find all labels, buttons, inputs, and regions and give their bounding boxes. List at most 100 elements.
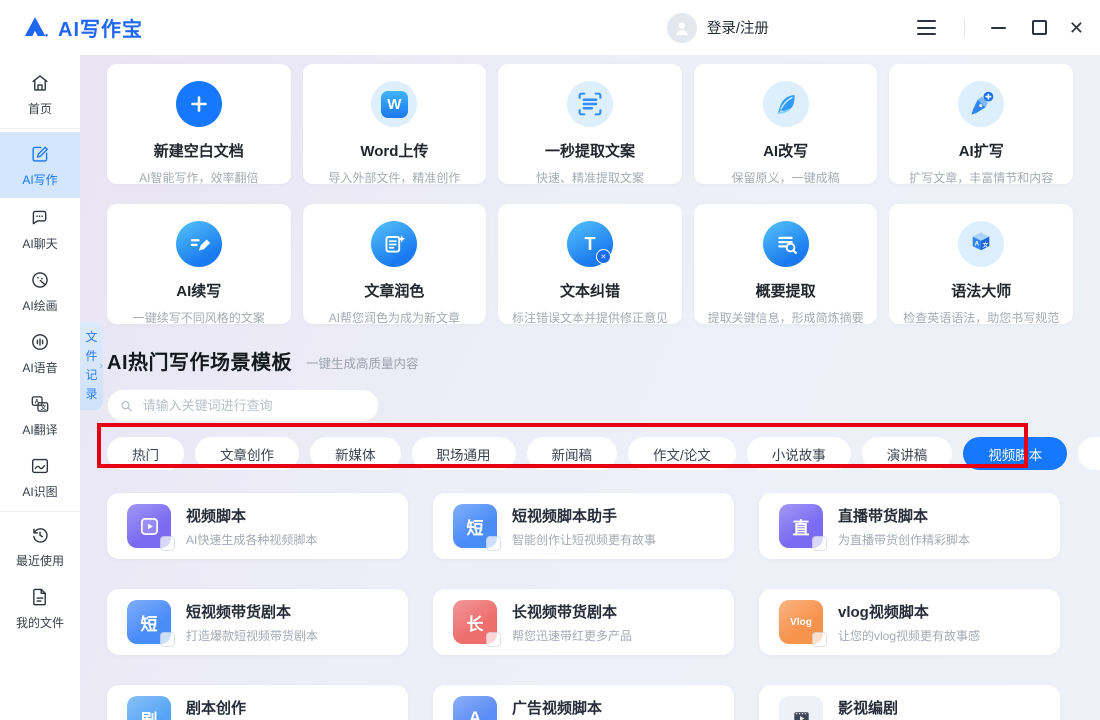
tool-title: 一秒提取文案	[545, 140, 635, 161]
file-records-tab[interactable]: 文件记录 ›	[80, 322, 103, 410]
login-register-link[interactable]: 登录/注册	[707, 17, 769, 38]
tool-description: 检查英语语法，助您书写规范	[903, 309, 1059, 326]
sidebar-item-ai-write[interactable]: AI写作	[0, 132, 80, 198]
short-video-script-icon: 短	[453, 504, 497, 548]
sidebar-item-recent[interactable]: 最近使用	[0, 515, 80, 577]
menu-icon[interactable]	[917, 20, 936, 35]
tool-card-new-doc[interactable]: 新建空白文档AI智能写作，效率翻倍	[107, 64, 291, 184]
tab-演讲稿[interactable]: 演讲稿	[862, 437, 953, 470]
section-header: AI热门写作场景模板 一键生成高质量内容	[107, 346, 1100, 375]
template-card-screenplay[interactable]: 剧剧本创作帮你打造精彩剧本	[107, 685, 408, 720]
grammar-cube-icon: A文	[958, 204, 1004, 267]
tool-description: 一键续写不同风格的文案	[133, 309, 265, 326]
template-card-video-script[interactable]: 视频脚本AI快速生成各种视频脚本	[107, 493, 408, 559]
tool-card-word-upload[interactable]: WWord上传导入外部文件，精准创作	[303, 64, 487, 184]
user-avatar[interactable]	[667, 13, 697, 43]
tool-title: 语法大师	[951, 280, 1011, 301]
tab-新闻稿[interactable]: 新闻稿	[527, 437, 618, 470]
tool-description: 标注错误文本并提供修正意见	[512, 309, 668, 326]
sidebar-item-ai-translate[interactable]: A文AI翻译	[0, 384, 80, 446]
feather-icon	[763, 64, 809, 127]
section-title: AI热门写作场景模板	[107, 346, 292, 375]
template-card-vlog-script[interactable]: Vlogvlog视频脚本让您的vlog视频更有故事感	[759, 589, 1060, 655]
tool-description: 提取关键信息，形成简炼摘要	[708, 309, 864, 326]
tool-title: AI扩写	[959, 140, 1004, 161]
app-title: AI写作宝	[58, 13, 143, 42]
template-card-long-video-commerce[interactable]: 长长视频带货剧本帮您迅速带红更多产品	[433, 589, 734, 655]
svg-text:文: 文	[983, 241, 989, 249]
person-icon	[672, 18, 692, 38]
template-card-film-writing[interactable]: 影视编剧编剧梦，帮你完成影视剧本	[759, 685, 1060, 720]
tool-card-correct[interactable]: T✕ 文本纠错标注错误文本并提供修正意见	[498, 204, 682, 324]
file-records-label: 文件记录	[85, 328, 98, 405]
sidebar-item-label: 我的文件	[16, 614, 64, 631]
tool-card-polish[interactable]: 文章润色AI帮您润色为成为新文章	[303, 204, 487, 324]
template-card-ad-video-script[interactable]: A广告视频脚本AI让您的品牌更深入人心	[433, 685, 734, 720]
app-logo: AI写作宝	[22, 13, 143, 42]
sidebar-item-ai-paint[interactable]: AI绘画	[0, 260, 80, 322]
tool-card-extract[interactable]: 一秒提取文案快速、精准提取文案	[498, 64, 682, 184]
tab-作文/论文[interactable]: 作文/论文	[628, 437, 736, 470]
quick-tools-grid: 新建空白文档AI智能写作，效率翻倍WWord上传导入外部文件，精准创作一秒提取文…	[107, 64, 1073, 324]
doc-badge-icon	[486, 536, 501, 551]
sidebar-item-ai-chat[interactable]: AI聊天	[0, 198, 80, 260]
sidebar-item-ai-vision[interactable]: AI识图	[0, 446, 80, 508]
image-recognition-icon	[29, 455, 51, 477]
titlebar-actions: 登录/注册 ✕	[667, 13, 1084, 43]
tab-视频脚本[interactable]: 视频脚本	[963, 437, 1067, 470]
tab-娱乐服务[interactable]: 娱乐服务	[1078, 437, 1100, 470]
sidebar-item-ai-voice[interactable]: AI语音	[0, 322, 80, 384]
tool-title: 概要提取	[756, 280, 816, 301]
maximize-button[interactable]	[1032, 20, 1047, 35]
template-description: 为直播带货创作精彩脚本	[838, 531, 970, 548]
template-description: 帮您迅速带红更多产品	[512, 627, 632, 644]
main-content: 新建空白文档AI智能写作，效率翻倍WWord上传导入外部文件，精准创作一秒提取文…	[80, 55, 1100, 720]
tab-热门[interactable]: 热门	[107, 437, 184, 470]
tab-职场通用[interactable]: 职场通用	[412, 437, 516, 470]
home-icon	[29, 72, 51, 94]
sidebar-item-my-files[interactable]: 我的文件	[0, 577, 80, 639]
vlog-script-icon: Vlog	[779, 600, 823, 644]
history-icon	[29, 524, 51, 546]
doc-sparkle-icon	[371, 204, 417, 267]
screenplay-icon: 剧	[127, 696, 171, 720]
tool-title: AI改写	[763, 140, 808, 161]
search-input[interactable]	[141, 397, 366, 414]
tool-card-expand[interactable]: AI扩写扩写文章，丰富情节和内容	[889, 64, 1073, 184]
svg-text:A: A	[35, 399, 40, 405]
tool-title: Word上传	[360, 140, 428, 161]
template-title: 直播带货脚本	[838, 505, 970, 526]
minimize-button[interactable]	[991, 27, 1006, 29]
minimize-icon	[991, 27, 1006, 29]
search-icon	[120, 399, 133, 413]
template-card-short-video-commerce[interactable]: 短短视频带货剧本打造爆款短视频带货剧本	[107, 589, 408, 655]
template-title: 短视频带货剧本	[186, 601, 318, 622]
close-button[interactable]: ✕	[1069, 19, 1084, 37]
live-commerce-script-icon: 直	[779, 504, 823, 548]
text-error-icon: T✕	[567, 204, 613, 267]
tab-文章创作[interactable]: 文章创作	[195, 437, 299, 470]
video-script-icon	[127, 504, 171, 548]
tool-card-rewrite[interactable]: AI改写保留原义，一键成稿	[694, 64, 878, 184]
template-title: 视频脚本	[186, 505, 317, 526]
template-description: 打造爆款短视频带货剧本	[186, 627, 318, 644]
app-logo-icon	[22, 14, 49, 41]
template-card-short-video-assistant[interactable]: 短短视频脚本助手智能创作让短视频更有故事	[433, 493, 734, 559]
svg-text:A: A	[975, 241, 980, 248]
template-card-live-commerce[interactable]: 直直播带货脚本为直播带货创作精彩脚本	[759, 493, 1060, 559]
ad-video-script-icon: A	[453, 696, 497, 720]
tool-card-summary[interactable]: 概要提取提取关键信息，形成简炼摘要	[694, 204, 878, 324]
long-video-commerce-icon: 长	[453, 600, 497, 644]
sidebar-item-home[interactable]: 首页	[0, 63, 80, 125]
template-search[interactable]	[107, 389, 379, 422]
doc-magnifier-icon	[763, 204, 809, 267]
tool-card-continue[interactable]: AI续写一键续写不同风格的文案	[107, 204, 291, 324]
template-title: 短视频脚本助手	[512, 505, 656, 526]
tab-新媒体[interactable]: 新媒体	[310, 437, 401, 470]
tool-title: 文本纠错	[560, 280, 620, 301]
tool-description: 快速、精准提取文案	[536, 169, 644, 186]
tool-card-grammar[interactable]: A文语法大师检查英语语法，助您书写规范	[889, 204, 1073, 324]
tab-小说故事[interactable]: 小说故事	[747, 437, 851, 470]
film-writing-icon	[779, 696, 823, 720]
sidebar-item-label: AI绘画	[22, 297, 57, 314]
